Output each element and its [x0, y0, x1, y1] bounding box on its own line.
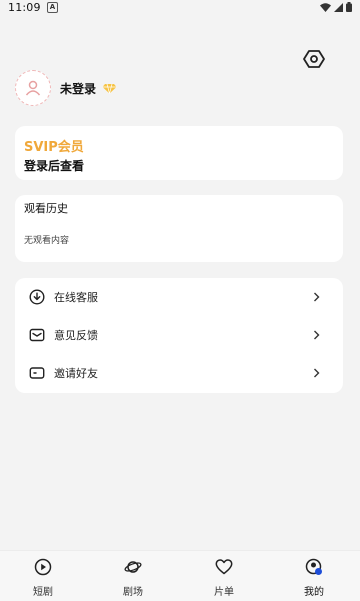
svip-card[interactable]: SVIP会员 登录后查看 [15, 126, 343, 180]
menu-item-invite-friends[interactable]: 邀请好友 [15, 354, 343, 392]
menu-label: 邀请好友 [54, 367, 98, 380]
chevron-right-icon [314, 292, 320, 302]
nav-item-playlist[interactable]: 片单 [194, 551, 254, 601]
download-circle-icon [29, 289, 45, 305]
profile-icon [305, 558, 322, 575]
planet-icon [124, 561, 142, 573]
play-circle-icon [34, 558, 52, 576]
watch-history-card[interactable]: 观看历史 无观看内容 [15, 195, 343, 262]
user-icon [25, 80, 41, 96]
menu-label: 意见反馈 [54, 329, 98, 342]
chevron-right-icon [314, 368, 320, 378]
gear-icon [303, 50, 325, 68]
wifi-icon [320, 2, 331, 12]
svip-subtitle: 登录后查看 [24, 159, 85, 173]
nav-item-short-drama[interactable]: 短剧 [13, 551, 73, 601]
menu-item-online-service[interactable]: 在线客服 [15, 278, 343, 316]
login-status[interactable]: 未登录 [60, 80, 96, 97]
signal-icon [334, 2, 343, 12]
bottom-nav: 短剧 剧场 片单 我的 [0, 550, 360, 601]
nav-item-theater[interactable]: 剧场 [103, 551, 163, 601]
nav-label: 短剧 [33, 587, 53, 598]
status-bar: 11:09 A [0, 0, 360, 16]
notification-a-icon: A [47, 2, 58, 13]
feedback-mail-icon [29, 328, 45, 342]
nav-label: 我的 [304, 587, 324, 598]
avatar[interactable] [15, 70, 51, 106]
svip-title: SVIP会员 [24, 140, 84, 155]
battery-icon [346, 2, 352, 12]
heart-icon [215, 559, 233, 575]
nav-item-mine[interactable]: 我的 [284, 551, 344, 601]
invite-ticket-icon [29, 367, 45, 379]
profile-header[interactable]: 未登录 [15, 70, 117, 106]
history-empty-text: 无观看内容 [24, 236, 70, 246]
nav-label: 剧场 [123, 587, 143, 598]
menu-item-feedback[interactable]: 意见反馈 [15, 316, 343, 354]
nav-label: 片单 [214, 587, 234, 598]
settings-button[interactable] [303, 48, 325, 70]
status-time: 11:09 [8, 1, 41, 14]
menu-card: 在线客服 意见反馈 邀请好友 [15, 278, 343, 393]
menu-label: 在线客服 [54, 291, 98, 304]
history-title: 观看历史 [24, 202, 68, 215]
vip-diamond-icon [102, 83, 117, 94]
chevron-right-icon [314, 330, 320, 340]
status-icons [320, 2, 352, 12]
